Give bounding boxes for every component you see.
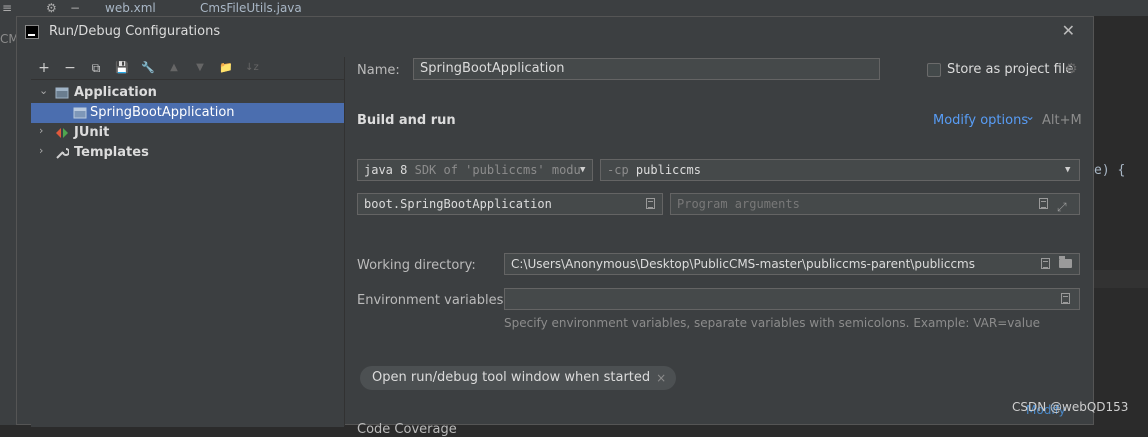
configuration-form: Name: SpringBootApplication Store as pro… xyxy=(357,57,1095,437)
working-directory-label: Working directory: xyxy=(357,258,476,273)
program-arguments-field[interactable]: Program arguments ⤢ xyxy=(670,193,1080,215)
move-down-icon[interactable]: ▼ xyxy=(191,59,209,77)
jre-detail: SDK of 'publiccms' modu xyxy=(414,163,581,177)
expand-icon[interactable]: ⤢ xyxy=(1057,197,1067,214)
editor-tab-bar: ≡ ⚙ − web.xml CmsFileUtils.java xyxy=(0,0,1148,16)
tree-node-label: Templates xyxy=(74,145,149,160)
environment-variables-hint: Specify environment variables, separate … xyxy=(504,316,1041,330)
copy-icon[interactable]: ⧉ xyxy=(87,59,105,77)
working-directory-field[interactable]: C:\Users\Anonymous\Desktop\PublicCMS-mas… xyxy=(504,253,1080,275)
junit-icon xyxy=(56,128,68,138)
menu-icon[interactable]: ≡ xyxy=(2,1,12,15)
tree-node-springbootapplication[interactable]: SpringBootApplication xyxy=(31,103,344,123)
add-icon[interactable]: + xyxy=(35,59,53,77)
working-directory-value: C:\Users\Anonymous\Desktop\PublicCMS-mas… xyxy=(511,257,975,271)
tree-node-label: JUnit xyxy=(74,125,110,140)
tree-node-application[interactable]: ⌄ Application xyxy=(31,83,344,103)
dialog-titlebar[interactable]: Run/Debug Configurations ✕ xyxy=(17,17,1093,47)
remove-icon[interactable]: − xyxy=(61,59,79,77)
modify-options-shortcut: Alt+M xyxy=(1042,113,1082,128)
tab-web-xml[interactable]: web.xml xyxy=(105,1,156,15)
dropdown-arrow-icon[interactable]: ▼ xyxy=(1065,160,1070,180)
chevron-down-icon[interactable]: ⌄ xyxy=(1025,109,1035,123)
main-class-value: boot.SpringBootApplication xyxy=(364,197,552,211)
intellij-app-icon xyxy=(25,25,39,39)
tree-node-junit[interactable]: › JUnit xyxy=(31,123,344,143)
dialog-title: Run/Debug Configurations xyxy=(49,24,221,39)
store-as-project-label[interactable]: Store as project file xyxy=(947,62,1073,77)
chevron-down-icon[interactable]: ⌄ xyxy=(39,84,48,97)
gear-icon[interactable]: ⚙ xyxy=(1065,61,1078,77)
ide-left-strip: CM xyxy=(0,16,19,425)
minimize-icon[interactable]: − xyxy=(70,1,80,15)
code-coverage-heading: Code Coverage xyxy=(357,422,457,437)
environment-variables-label: Environment variables: xyxy=(357,293,508,308)
jre-select[interactable]: java 8 SDK of 'publiccms' modu ▼ xyxy=(357,159,593,181)
edit-env-doc-icon[interactable] xyxy=(1061,293,1070,304)
application-icon xyxy=(55,87,69,99)
wrench-icon[interactable]: 🔧 xyxy=(139,59,157,77)
modify-options-link[interactable]: Modify options xyxy=(933,113,1028,128)
configurations-tree: ⌄ Application SpringBootApplication › JU… xyxy=(31,79,344,427)
name-field[interactable]: SpringBootApplication xyxy=(413,58,880,80)
folder-icon[interactable] xyxy=(1059,256,1072,268)
tree-node-templates[interactable]: › Templates xyxy=(31,143,344,163)
application-config-icon xyxy=(73,107,87,119)
browse-doc-icon[interactable] xyxy=(1039,198,1048,209)
csdn-watermark: CSDN @webQD153 xyxy=(1012,400,1129,414)
cp-module: publiccms xyxy=(635,163,701,177)
dropdown-arrow-icon[interactable]: ▼ xyxy=(580,160,585,180)
close-icon[interactable]: ✕ xyxy=(1062,21,1075,40)
open-tool-window-option-chip[interactable]: Open run/debug tool window when started … xyxy=(360,366,677,390)
configurations-pane: + − ⧉ 💾 🔧 ▲ ▼ 📁 ↓z ⌄ Application SpringB… xyxy=(31,57,345,427)
environment-variables-field[interactable] xyxy=(504,288,1080,310)
program-arguments-placeholder: Program arguments xyxy=(677,197,800,211)
macro-doc-icon[interactable] xyxy=(1041,258,1050,269)
new-folder-icon[interactable]: 📁 xyxy=(217,59,235,77)
store-as-project-checkbox[interactable] xyxy=(927,63,941,77)
sort-icon[interactable]: ↓z xyxy=(243,59,261,77)
classpath-module-select[interactable]: -cp publiccms ▼ xyxy=(600,159,1080,181)
tree-node-label: SpringBootApplication xyxy=(90,105,235,120)
wrench-icon xyxy=(56,148,69,159)
chevron-right-icon[interactable]: › xyxy=(39,124,43,137)
ide-editor-area: e) { xyxy=(1094,16,1148,425)
cp-flag: -cp xyxy=(607,163,629,177)
browse-doc-icon[interactable] xyxy=(646,198,655,209)
code-fragment: e) { xyxy=(1094,163,1126,178)
configurations-toolbar: + − ⧉ 💾 🔧 ▲ ▼ 📁 ↓z xyxy=(31,57,344,81)
current-line-highlight xyxy=(1094,270,1148,288)
run-debug-dialog: Run/Debug Configurations ✕ + − ⧉ 💾 🔧 ▲ ▼… xyxy=(16,16,1095,437)
name-label: Name: xyxy=(357,63,400,78)
main-class-field[interactable]: boot.SpringBootApplication xyxy=(357,193,663,215)
settings-gear-icon[interactable]: ⚙ xyxy=(46,1,57,15)
chip-label: Open run/debug tool window when started xyxy=(372,370,651,385)
build-and-run-heading: Build and run xyxy=(357,113,456,128)
tree-node-label: Application xyxy=(74,85,157,100)
jre-version: java 8 xyxy=(364,163,408,177)
chevron-right-icon[interactable]: › xyxy=(39,144,43,157)
tab-cmsfileutils[interactable]: CmsFileUtils.java xyxy=(200,1,302,15)
move-up-icon[interactable]: ▲ xyxy=(165,59,183,77)
close-icon[interactable]: × xyxy=(656,366,666,390)
save-icon[interactable]: 💾 xyxy=(113,59,131,77)
